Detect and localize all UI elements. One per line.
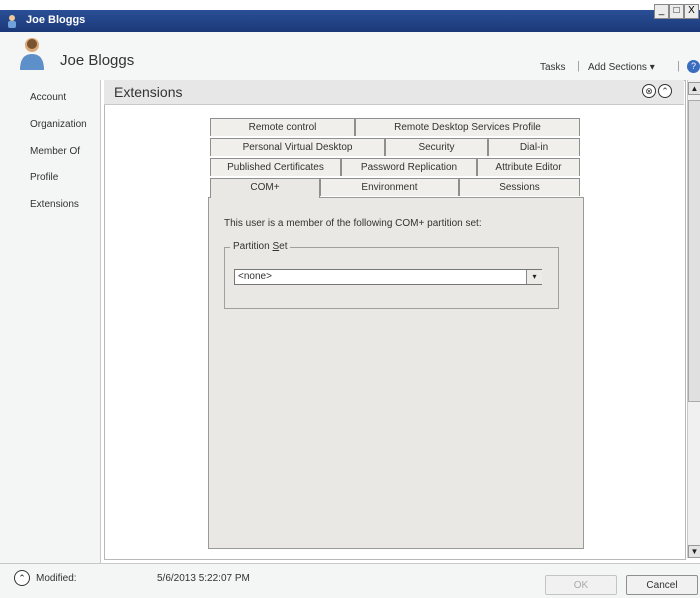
tab-environment[interactable]: Environment [320, 178, 459, 196]
user-app-icon [8, 15, 16, 28]
tab-security[interactable]: Security [385, 138, 488, 156]
section-header [104, 80, 684, 105]
maximize-button[interactable]: □ [669, 4, 684, 19]
scroll-down-icon[interactable]: ▼ [688, 545, 700, 558]
scroll-thumb[interactable] [688, 100, 700, 402]
tasks-link[interactable]: Tasks [540, 62, 566, 73]
partition-set-select[interactable]: <none> [234, 269, 542, 285]
ok-button[interactable]: OK [545, 575, 617, 595]
tab-attribute-editor[interactable]: Attribute Editor [477, 158, 580, 176]
minimize-button[interactable]: _ [654, 4, 669, 19]
partition-set-label: Partition Set [230, 241, 291, 252]
section-title: Extensions [114, 84, 183, 100]
collapse-circle-icon[interactable]: ⌃ [658, 84, 672, 98]
tab-personal-virtual-desktop[interactable]: Personal Virtual Desktop [210, 138, 385, 156]
add-sections-menu[interactable]: Add Sections ▾ [588, 62, 655, 73]
user-avatar-icon [20, 38, 44, 70]
tab-dial-in[interactable]: Dial-in [488, 138, 580, 156]
title-bar: Joe Bloggs [0, 10, 700, 32]
tab-sessions[interactable]: Sessions [459, 178, 580, 196]
tab-remote-control[interactable]: Remote control [210, 118, 355, 136]
header-separator: | [677, 60, 680, 72]
modified-date: 5/6/2013 5:22:07 PM [157, 573, 250, 584]
expand-circle-icon[interactable]: ⌃ [14, 570, 30, 586]
nav-item-member-of[interactable]: Member Of [30, 146, 80, 157]
tab-complus[interactable]: COM+ [210, 178, 320, 198]
tab-password-replication[interactable]: Password Replication [341, 158, 477, 176]
nav-item-extensions[interactable]: Extensions [30, 199, 79, 210]
tab-published-certificates[interactable]: Published Certificates [210, 158, 341, 176]
tab-remote-desktop-services-profile[interactable]: Remote Desktop Services Profile [355, 118, 580, 136]
close-circle-icon[interactable]: ⊗ [642, 84, 656, 98]
user-display-name: Joe Bloggs [60, 52, 135, 69]
dropdown-arrow-icon[interactable]: ▾ [526, 270, 542, 284]
modified-label: Modified: [36, 573, 77, 584]
scroll-up-icon[interactable]: ▲ [688, 82, 700, 95]
cancel-button[interactable]: Cancel [626, 575, 698, 595]
header-separator: | [577, 60, 580, 72]
help-icon[interactable]: ? [687, 60, 700, 73]
nav-item-account[interactable]: Account [30, 92, 66, 103]
complus-description: This user is a member of the following C… [224, 218, 482, 229]
nav-item-organization[interactable]: Organization [30, 119, 87, 130]
close-button[interactable]: X [684, 4, 699, 19]
nav-item-profile[interactable]: Profile [30, 172, 58, 183]
window-title: Joe Bloggs [26, 14, 86, 26]
